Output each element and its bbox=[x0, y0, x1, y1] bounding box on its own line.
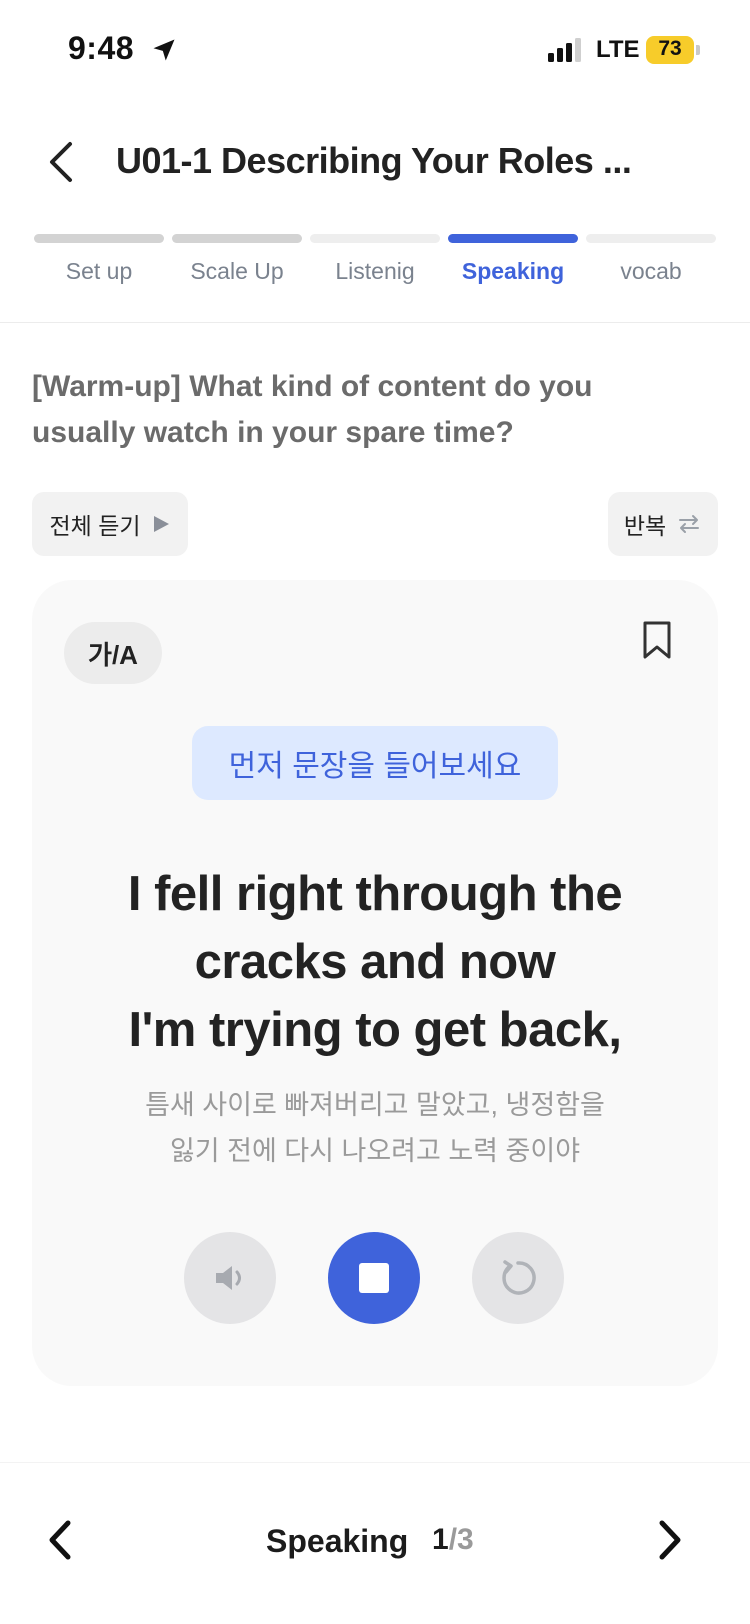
step-progress-bar bbox=[172, 234, 302, 243]
tab-listening[interactable]: Listenig bbox=[310, 234, 440, 294]
section-title: Speaking bbox=[266, 1523, 409, 1559]
sentence-line: I fell right through the bbox=[127, 867, 623, 921]
language-toggle-button[interactable]: 가/A bbox=[64, 622, 162, 684]
location-arrow-icon bbox=[153, 39, 175, 61]
status-time: 9:48 bbox=[68, 30, 135, 66]
repeat-label: 반복 bbox=[623, 513, 667, 539]
tab-scale-up[interactable]: Scale Up bbox=[172, 234, 302, 294]
back-chevron-icon[interactable] bbox=[42, 138, 82, 186]
repeat-button[interactable]: 반복 bbox=[608, 492, 718, 556]
chevron-right-icon[interactable] bbox=[650, 1515, 690, 1565]
speaker-icon bbox=[216, 1266, 241, 1290]
listen-all-label: 전체 듣기 bbox=[49, 513, 141, 539]
play-icon bbox=[153, 516, 169, 532]
listen-all-button[interactable]: 전체 듣기 bbox=[32, 492, 188, 556]
step-progress-bar bbox=[448, 234, 578, 243]
translation-line: 틈새 사이로 빠져버리고 말았고, 냉정함을 bbox=[145, 1090, 605, 1120]
retry-icon bbox=[502, 1260, 536, 1295]
tab-vocab[interactable]: vocab bbox=[586, 234, 716, 294]
sentence-text: I fell right through the cracks and now … bbox=[32, 860, 718, 1064]
tab-label: Listenig bbox=[335, 258, 415, 284]
battery-level: 73 bbox=[658, 37, 682, 60]
divider bbox=[0, 322, 750, 323]
battery-indicator: 73 bbox=[646, 36, 700, 64]
step-progress-bar bbox=[586, 234, 716, 243]
tab-label: vocab bbox=[620, 258, 682, 284]
tab-label: Set up bbox=[65, 258, 133, 284]
tab-label: Speaking bbox=[461, 258, 565, 284]
step-tabs: Set up Scale Up Listenig Speaking vocab bbox=[34, 234, 716, 294]
bookmark-icon[interactable] bbox=[640, 620, 674, 660]
stop-icon bbox=[359, 1263, 389, 1293]
question-text: [Warm-up] What kind of content do you us… bbox=[32, 370, 593, 449]
retry-button[interactable] bbox=[472, 1232, 564, 1324]
speaker-button[interactable] bbox=[184, 1232, 276, 1324]
sentence-line: I'm trying to get back, bbox=[128, 1003, 622, 1057]
step-progress-bar bbox=[34, 234, 164, 243]
chevron-left-icon[interactable] bbox=[40, 1515, 80, 1565]
total-pages: /3 bbox=[448, 1523, 474, 1556]
hint-badge: 먼저 문장을 들어보세요 bbox=[192, 726, 558, 800]
page-indicator: 1/3 bbox=[432, 1523, 474, 1557]
tab-speaking[interactable]: Speaking bbox=[448, 234, 578, 294]
translation-text: 틈새 사이로 빠져버리고 말았고, 냉정함을 잃기 전에 다시 나오려고 노력 … bbox=[92, 1082, 658, 1174]
bottom-navigation: Speaking 1/3 bbox=[0, 1462, 750, 1624]
signal-icon bbox=[548, 38, 581, 62]
sentence-line: cracks and now bbox=[194, 935, 556, 989]
repeat-icon bbox=[679, 515, 700, 533]
page-title: U01-1 Describing Your Roles ... bbox=[116, 140, 632, 181]
network-label: LTE bbox=[596, 36, 640, 63]
tab-label: Scale Up bbox=[190, 258, 284, 284]
tab-set-up[interactable]: Set up bbox=[34, 234, 164, 294]
status-bar: 9:48 LTE 73 bbox=[0, 0, 750, 100]
stop-button[interactable] bbox=[328, 1232, 420, 1324]
step-progress-bar bbox=[310, 234, 440, 243]
sentence-card: 가/A 먼저 문장을 들어보세요 I fell right through th… bbox=[32, 580, 718, 1386]
current-page: 1 bbox=[432, 1523, 449, 1556]
translation-line: 잃기 전에 다시 나오려고 노력 중이야 bbox=[169, 1136, 581, 1166]
